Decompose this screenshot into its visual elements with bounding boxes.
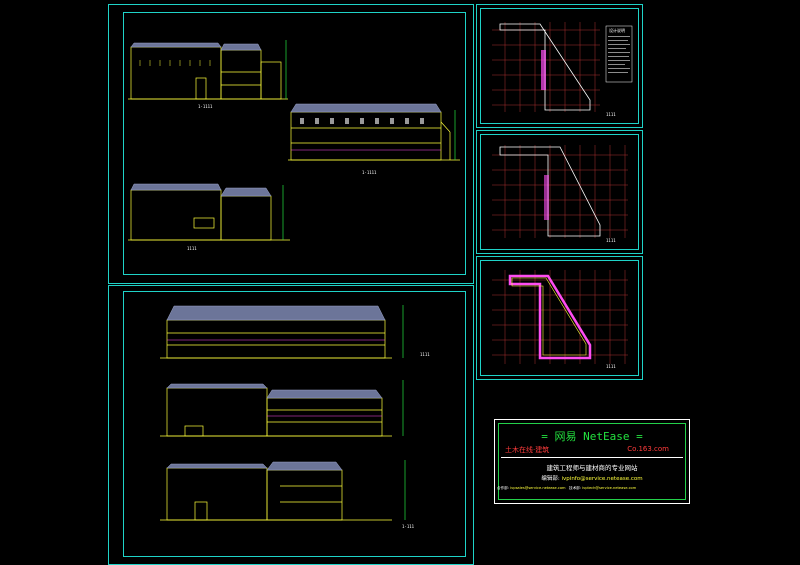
banner-editor-email[interactable]: ivpinfo@service.netease.com	[562, 476, 643, 482]
elevation-f-label: 1-111	[402, 524, 415, 529]
banner-subtitle-row: 土木在线·建筑 Co.163.com	[505, 445, 683, 455]
plan-1-legend-title: 设计说明	[609, 28, 625, 33]
elevation-a	[128, 40, 288, 100]
elevation-a-label: 1-1111	[198, 104, 213, 109]
plan-2-label: 1111	[606, 238, 616, 243]
banner-subtitle-left: 土木在线·建筑	[505, 446, 550, 454]
plan-3-label: 1111	[606, 364, 616, 369]
banner-title: = 网易 NetEase =	[541, 430, 643, 443]
elevation-d-label: 1111	[420, 352, 430, 357]
elevation-b	[288, 110, 460, 161]
banner-editor-row: 编辑部: ivpinfo@service.netease.com	[495, 474, 689, 482]
banner-subtitle-right: Co.163.com	[627, 445, 669, 453]
elevation-c-label: 1111	[187, 246, 197, 251]
banner-editor-label: 编辑部:	[541, 476, 560, 482]
banner-tagline: 建筑工程师与建材商的专业网站	[546, 464, 638, 472]
banner-separator	[501, 457, 683, 458]
banner-contact-2-email[interactable]: ivptech@service.netease.com	[582, 486, 636, 490]
banner-contact-1-email[interactable]: ivpsales@service.netease.com	[510, 486, 565, 490]
banner-contacts-row: 合作部: ivpsales@service.netease.com 技术部: i…	[497, 486, 687, 491]
elevation-b-label: 1-1111	[362, 170, 377, 175]
plan-1-label: 1111	[606, 112, 616, 117]
netease-banner: = 网易 NetEase = 土木在线·建筑 Co.163.com 建筑工程师与…	[494, 419, 690, 504]
plan-2-grid	[492, 145, 628, 238]
elevation-e	[160, 380, 404, 437]
banner-contact-1-label: 合作部:	[497, 486, 509, 490]
banner-contact-2-label: 技术部:	[568, 486, 581, 490]
